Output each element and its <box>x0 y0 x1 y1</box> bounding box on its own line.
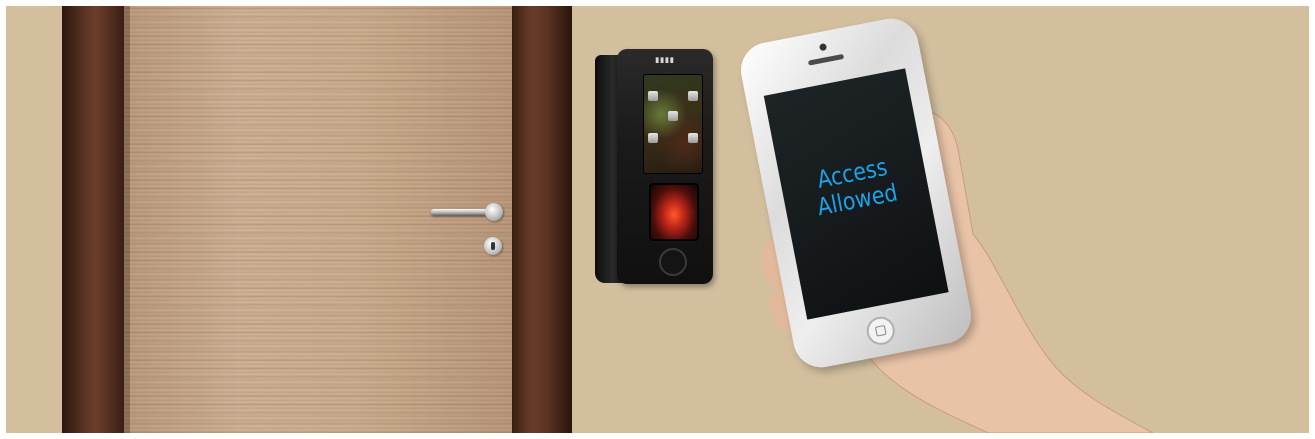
reader-button <box>659 248 687 276</box>
door-leaf <box>124 6 512 433</box>
access-control-scene: ▮▮▮▮ Access Allowed <box>6 6 1309 433</box>
reader-touchscreen <box>643 74 703 174</box>
door-keyhole <box>484 237 502 255</box>
fingerprint-sensor <box>649 183 699 241</box>
door-frame-left-jamb <box>62 6 124 433</box>
screen-tile-icon <box>688 133 698 143</box>
phone-speaker <box>807 53 845 66</box>
reader-body: ▮▮▮▮ <box>617 49 713 284</box>
phone-body: Access Allowed <box>736 13 976 373</box>
smartphone: Access Allowed <box>736 13 976 373</box>
screen-tile-icon <box>688 91 698 101</box>
fingerprint-reader: ▮▮▮▮ <box>595 49 713 284</box>
home-button-icon <box>864 314 898 348</box>
door-handle-rose <box>485 203 503 221</box>
screen-tile-icon <box>668 111 678 121</box>
door-edge-shadow <box>124 6 130 433</box>
screen-tile-icon <box>648 133 658 143</box>
reader-logo: ▮▮▮▮ <box>655 57 675 64</box>
door-frame-right-jamb <box>510 6 572 433</box>
phone-screen: Access Allowed <box>763 68 949 320</box>
screen-tile-icon <box>648 91 658 101</box>
access-message: Access Allowed <box>789 149 921 226</box>
front-camera-icon <box>818 43 828 52</box>
